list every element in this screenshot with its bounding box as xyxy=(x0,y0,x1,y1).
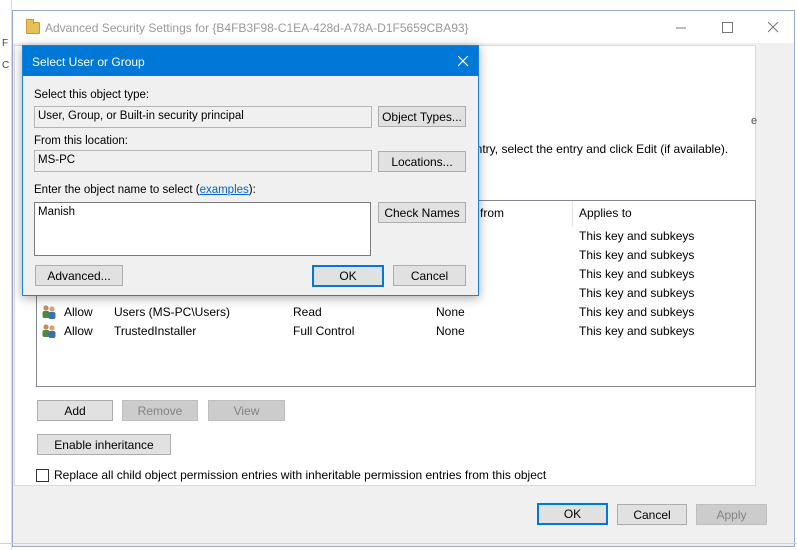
column-separator[interactable] xyxy=(572,201,573,226)
column-applies-to[interactable]: Applies to xyxy=(579,206,632,220)
applies-to-cell: This key and subkeys xyxy=(579,248,695,262)
view-button[interactable]: View xyxy=(208,400,285,421)
instruction-text: entry, select the entry and click Edit (… xyxy=(469,142,729,156)
edge-glyph: C xyxy=(2,60,10,71)
add-button[interactable]: Add xyxy=(37,400,113,421)
minimize-icon xyxy=(675,27,686,28)
table-row[interactable]: Allow TrustedInstaller Full Control None… xyxy=(37,322,755,341)
principal-cell: TrustedInstaller xyxy=(114,324,197,338)
inherited-from-cell: None xyxy=(436,305,465,319)
applies-to-cell: This key and subkeys xyxy=(579,229,695,243)
close-button[interactable] xyxy=(750,11,796,43)
users-group-icon xyxy=(42,305,56,319)
window-titlebar: Advanced Security Settings for {B4FB3F98… xyxy=(13,11,794,43)
inherited-from-cell: None xyxy=(436,324,465,338)
principal-cell: Users (MS-PC\Users) xyxy=(114,305,230,319)
maximize-button[interactable] xyxy=(704,11,750,43)
replace-child-permissions-label: Replace all child object permission entr… xyxy=(54,468,547,482)
window-bottom-edge xyxy=(0,543,797,544)
object-name-input[interactable]: Manish xyxy=(34,202,371,256)
ok-button[interactable]: OK xyxy=(537,503,608,525)
dialog-titlebar: Select User or Group xyxy=(23,46,478,76)
location-field: MS-PC xyxy=(34,150,372,172)
type-cell: Allow xyxy=(64,305,93,319)
location-label: From this location: xyxy=(34,135,128,147)
replace-child-permissions-checkbox[interactable] xyxy=(36,469,49,482)
enable-inheritance-button[interactable]: Enable inheritance xyxy=(37,434,171,455)
close-icon xyxy=(767,21,778,32)
edge-glyph: F xyxy=(2,38,9,49)
advanced-button[interactable]: Advanced... xyxy=(35,265,123,286)
minimize-button[interactable] xyxy=(658,11,704,43)
object-name-label: Enter the object name to select (example… xyxy=(34,184,256,196)
window-title: Advanced Security Settings for {B4FB3F98… xyxy=(45,21,469,35)
dialog-title: Select User or Group xyxy=(32,55,145,69)
access-cell: Full Control xyxy=(293,324,355,338)
table-row[interactable]: Allow Users (MS-PC\Users) Read None This… xyxy=(37,303,755,322)
users-group-icon xyxy=(42,324,56,338)
applies-to-cell: This key and subkeys xyxy=(579,305,695,319)
select-user-or-group-dialog: Select User or Group Select this object … xyxy=(22,45,479,296)
apply-button[interactable]: Apply xyxy=(696,504,767,525)
underlying-window-edge: F C xyxy=(0,0,12,550)
check-names-button[interactable]: Check Names xyxy=(378,202,466,223)
dialog-cancel-button[interactable]: Cancel xyxy=(393,265,466,286)
applies-to-cell: This key and subkeys xyxy=(579,286,695,300)
folder-icon xyxy=(26,19,40,34)
dialog-close-button[interactable] xyxy=(448,46,478,76)
dialog-ok-button[interactable]: OK xyxy=(312,265,384,287)
object-type-label: Select this object type: xyxy=(34,89,150,101)
maximize-icon xyxy=(721,21,733,33)
type-cell: Allow xyxy=(64,324,93,338)
applies-to-cell: This key and subkeys xyxy=(579,324,695,338)
object-type-field: User, Group, or Built-in security princi… xyxy=(34,106,372,128)
object-name-label-prefix: Enter the object name to select ( xyxy=(34,184,200,196)
truncated-text-fragment: e xyxy=(751,115,758,127)
access-cell: Read xyxy=(293,305,322,319)
remove-button[interactable]: Remove xyxy=(122,400,198,421)
object-types-button[interactable]: Object Types... xyxy=(378,106,466,127)
locations-button[interactable]: Locations... xyxy=(378,151,466,172)
examples-link[interactable]: examples xyxy=(200,184,249,196)
object-name-label-suffix: ): xyxy=(248,184,256,196)
applies-to-cell: This key and subkeys xyxy=(579,267,695,281)
cancel-button[interactable]: Cancel xyxy=(617,504,687,525)
close-icon xyxy=(457,55,468,66)
